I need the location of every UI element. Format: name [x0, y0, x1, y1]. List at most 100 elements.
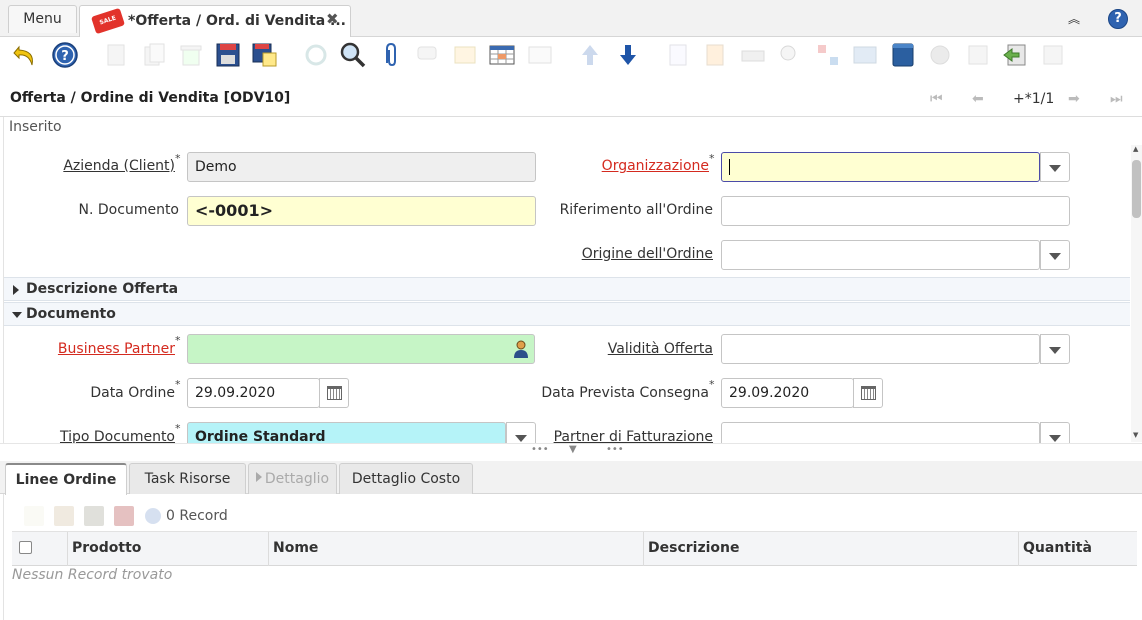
title-divider	[0, 116, 1142, 117]
last-record-icon[interactable]: ⏭	[1110, 91, 1123, 107]
undo-icon[interactable]	[11, 41, 39, 69]
section-document[interactable]: Documento	[4, 302, 1130, 326]
order-reference-label: Riferimento all'Ordine	[559, 202, 713, 218]
tab-resource-tasks[interactable]: Task Risorse	[129, 463, 246, 494]
doc-number-input[interactable]: <-0001>	[187, 196, 536, 226]
bill-partner-label[interactable]: Partner di Fatturazione	[524, 429, 713, 443]
offer-validity-label[interactable]: Validità Offerta	[544, 341, 713, 357]
business-partner-icon[interactable]	[513, 340, 529, 358]
column-description[interactable]: Descrizione	[643, 532, 1018, 566]
refresh-icon[interactable]	[302, 41, 330, 69]
offer-validity-input[interactable]	[721, 334, 1040, 364]
required-marker: *	[175, 152, 181, 165]
workflow-icon[interactable]	[814, 41, 842, 69]
calendar-icon[interactable]	[853, 378, 883, 408]
header-form: Azienda (Client) * Demo Organizzazione *…	[4, 140, 1130, 443]
delete-record-icon[interactable]	[177, 41, 205, 69]
attachment-icon[interactable]	[377, 41, 405, 69]
grid-edit-icon[interactable]	[54, 506, 74, 526]
export-icon[interactable]	[964, 41, 992, 69]
splitter-collapse-icon[interactable]: ▼	[569, 444, 577, 455]
next-record-icon[interactable]	[614, 41, 642, 69]
organization-dropdown-button[interactable]	[1040, 152, 1070, 182]
doc-type-label[interactable]: Tipo Documento	[4, 429, 175, 443]
print-icon[interactable]	[739, 41, 767, 69]
scroll-down-icon[interactable]: ▼	[1133, 431, 1138, 439]
product-info-icon[interactable]	[889, 41, 917, 69]
document-tab[interactable]: SALE *Offerta / Ord. di Vendita ... ✖	[79, 5, 351, 37]
doc-type-input[interactable]: Ordine Standard	[187, 422, 506, 443]
select-all-checkbox[interactable]	[19, 541, 32, 554]
tab-order-lines[interactable]: Linee Ordine	[5, 463, 127, 495]
grid-save-icon[interactable]	[114, 506, 134, 526]
required-marker: *	[709, 378, 715, 391]
multi-view-icon[interactable]	[526, 41, 554, 69]
grid-refresh-icon[interactable]	[145, 508, 161, 524]
section-document-title: Documento	[26, 306, 116, 322]
request-icon[interactable]	[851, 41, 879, 69]
bill-partner-input[interactable]	[721, 422, 1040, 443]
collapse-header-icon[interactable]: ︽	[1068, 10, 1080, 27]
menu-tab[interactable]: Menu	[8, 5, 77, 33]
grid-delete-icon[interactable]	[84, 506, 104, 526]
column-product[interactable]: Prodotto	[67, 532, 269, 566]
bill-partner-dropdown-button[interactable]	[1040, 422, 1070, 443]
collapse-icon	[12, 312, 22, 318]
next-nav-icon[interactable]: ➡	[1068, 91, 1080, 107]
date-promised-input[interactable]: 29.09.2020	[721, 378, 854, 408]
customize-icon[interactable]	[1039, 41, 1067, 69]
client-label[interactable]: Azienda (Client)	[4, 158, 175, 174]
tab-detail[interactable]: Dettaglio	[248, 463, 337, 494]
find-icon[interactable]	[339, 41, 367, 69]
report-icon[interactable]	[664, 41, 692, 69]
scroll-thumb[interactable]	[1132, 160, 1141, 218]
record-count: 0 Record	[166, 508, 228, 524]
order-source-input[interactable]	[721, 240, 1040, 270]
svg-text:?: ?	[61, 49, 69, 64]
save-and-new-icon[interactable]	[251, 41, 279, 69]
offer-validity-dropdown-button[interactable]	[1040, 334, 1070, 364]
close-tab-icon[interactable]: ✖	[326, 10, 339, 28]
previous-nav-icon[interactable]: ⬅	[972, 91, 984, 107]
archived-docs-icon[interactable]	[701, 41, 729, 69]
zoom-across-icon[interactable]	[776, 41, 804, 69]
splitter-grip-icon: •••	[606, 444, 624, 455]
empty-grid-message: Nessun Record trovato	[12, 567, 173, 583]
scroll-up-icon[interactable]: ▲	[1133, 145, 1138, 153]
order-reference-input[interactable]	[721, 196, 1070, 226]
process-gear-icon[interactable]	[926, 41, 954, 69]
archive-icon[interactable]	[451, 41, 479, 69]
order-source-dropdown-button[interactable]	[1040, 240, 1070, 270]
column-quantity[interactable]: Quantità	[1018, 532, 1137, 566]
detail-tab-bar: Linee Ordine Task Risorse Dettaglio Dett…	[0, 461, 1142, 495]
import-icon[interactable]	[1001, 41, 1029, 69]
tab-cost-detail[interactable]: Dettaglio Costo	[339, 463, 473, 494]
save-icon[interactable]	[214, 41, 242, 69]
column-name[interactable]: Nome	[268, 532, 643, 566]
copy-record-icon[interactable]	[140, 41, 168, 69]
grid-new-icon[interactable]	[24, 506, 44, 526]
required-marker: *	[175, 378, 181, 391]
window-tab-bar: Menu SALE *Offerta / Ord. di Vendita ...…	[0, 0, 1142, 37]
document-tab-title: *Offerta / Ord. di Vendita ...	[128, 13, 346, 29]
chat-icon[interactable]	[414, 41, 442, 69]
business-partner-label[interactable]: Business Partner	[4, 341, 175, 357]
date-ordered-input[interactable]: 29.09.2020	[187, 378, 320, 408]
organization-input[interactable]	[721, 152, 1040, 182]
section-description[interactable]: Descrizione Offerta	[4, 277, 1130, 301]
business-partner-input[interactable]	[187, 334, 535, 364]
order-source-label[interactable]: Origine dell'Ordine	[544, 246, 713, 262]
doc-number-label: N. Documento	[78, 202, 179, 218]
client-field[interactable]: Demo	[187, 152, 536, 182]
expand-icon	[13, 285, 19, 295]
first-record-icon[interactable]: ⏮	[930, 91, 943, 107]
grid-toggle-icon[interactable]	[488, 41, 516, 69]
organization-label[interactable]: Organizzazione	[564, 158, 709, 174]
calendar-icon[interactable]	[319, 378, 349, 408]
help-icon[interactable]: ?	[1108, 9, 1128, 29]
previous-record-icon[interactable]	[576, 41, 604, 69]
form-scrollbar[interactable]: ▲ ▼	[1131, 145, 1142, 442]
new-record-icon[interactable]	[102, 41, 130, 69]
panel-splitter[interactable]: ••• ▼ •••	[0, 443, 1142, 461]
help-button-icon[interactable]: ?	[51, 41, 79, 69]
